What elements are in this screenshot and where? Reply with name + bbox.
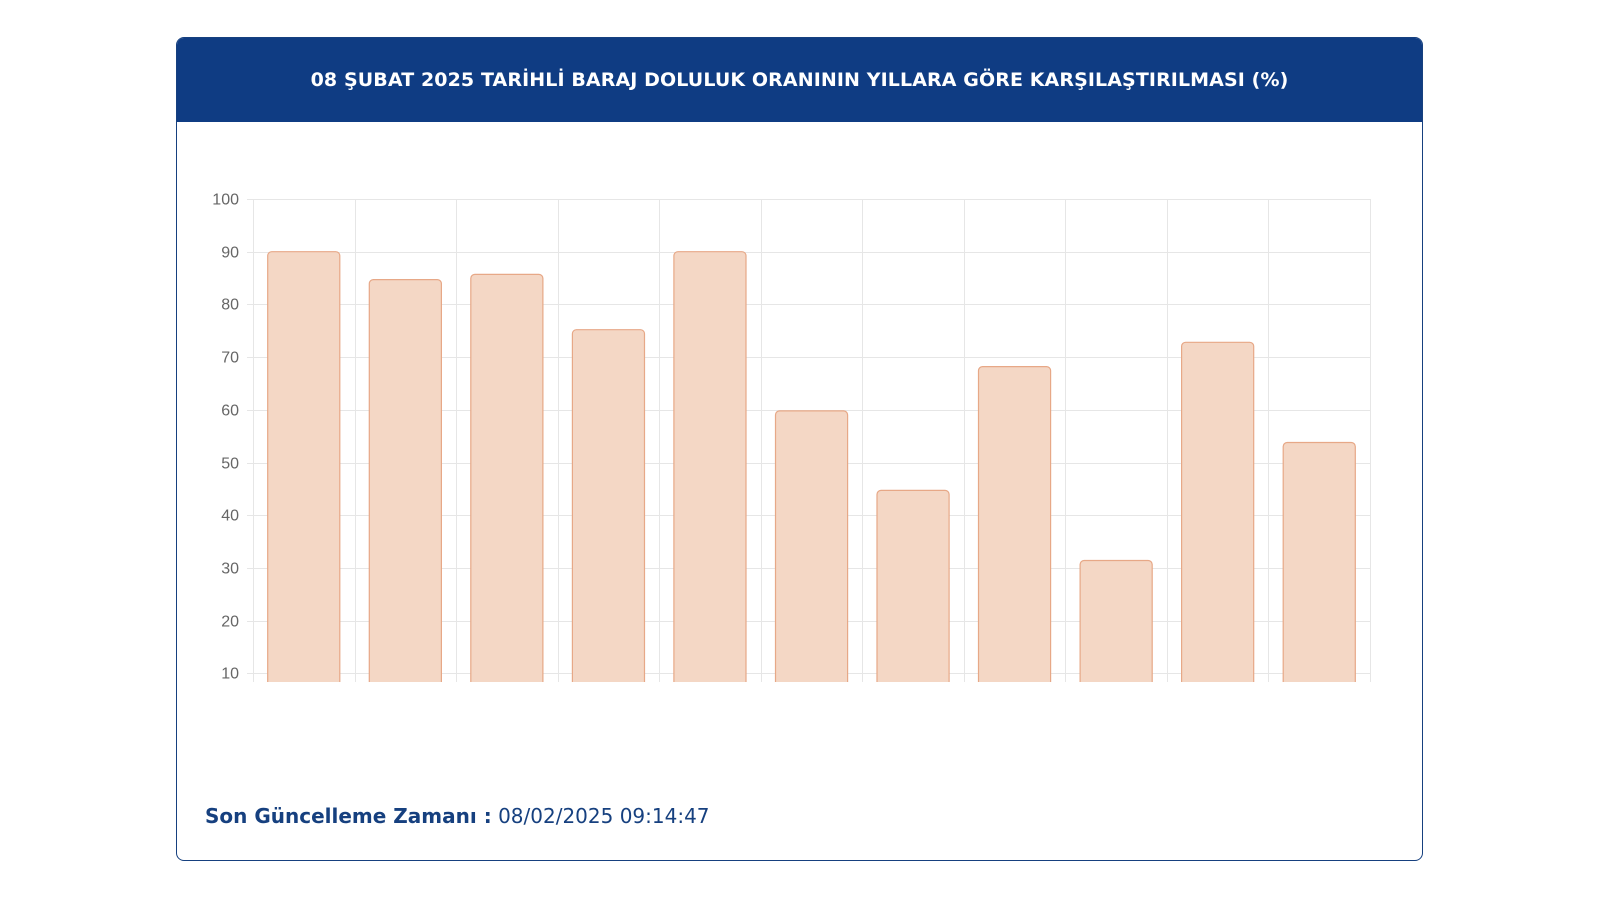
bar-layer <box>267 251 1356 727</box>
bar-08.02.2023 <box>1079 559 1153 727</box>
card-header: 08 ŞUBAT 2025 TARİHLİ BARAJ DOLULUK ORAN… <box>177 38 1422 122</box>
chart-title: 08 ŞUBAT 2025 TARİHLİ BARAJ DOLULUK ORAN… <box>310 69 1289 91</box>
bar-08.02.2018 <box>571 329 646 727</box>
bar-08.02.2022 <box>977 366 1052 727</box>
bar-chart: 0102030405060708090100 08.02.201508.02.2… <box>212 192 1371 760</box>
y-tick-label: 90 <box>221 245 239 262</box>
y-tick-label: 80 <box>221 297 239 314</box>
y-tick-label: 10 <box>221 666 239 683</box>
bar-08.02.2019 <box>673 251 747 727</box>
y-tick-label: 20 <box>221 614 239 631</box>
bar-08.02.2017 <box>470 273 544 727</box>
chart-card: 08 ŞUBAT 2025 TARİHLİ BARAJ DOLULUK ORAN… <box>176 37 1423 861</box>
y-tick-label: 70 <box>221 350 239 367</box>
last-update: Son Güncelleme Zamanı : 08/02/2025 09:14… <box>205 804 710 828</box>
y-tick-label: 40 <box>221 508 239 525</box>
bar-08.02.2016 <box>368 279 443 727</box>
bar-08.02.2015 <box>267 251 341 727</box>
chart-area: 0102030405060708090100 08.02.201508.02.2… <box>177 122 1421 760</box>
y-tick-label: 60 <box>221 403 239 420</box>
last-update-value: 08/02/2025 09:14:47 <box>498 804 710 828</box>
y-tick-label: 100 <box>212 192 239 209</box>
y-tick-label: 30 <box>221 561 239 578</box>
bar-08.02.2024 <box>1180 341 1255 727</box>
bar-08.02.2020 <box>774 410 849 727</box>
last-update-label: Son Güncelleme Zamanı : <box>205 804 492 828</box>
y-tick-layer: 0102030405060708090100 <box>212 192 239 736</box>
y-tick-label: 50 <box>221 456 239 473</box>
bar-08.02.2025 <box>1282 441 1356 727</box>
bar-08.02.2021 <box>876 489 950 727</box>
